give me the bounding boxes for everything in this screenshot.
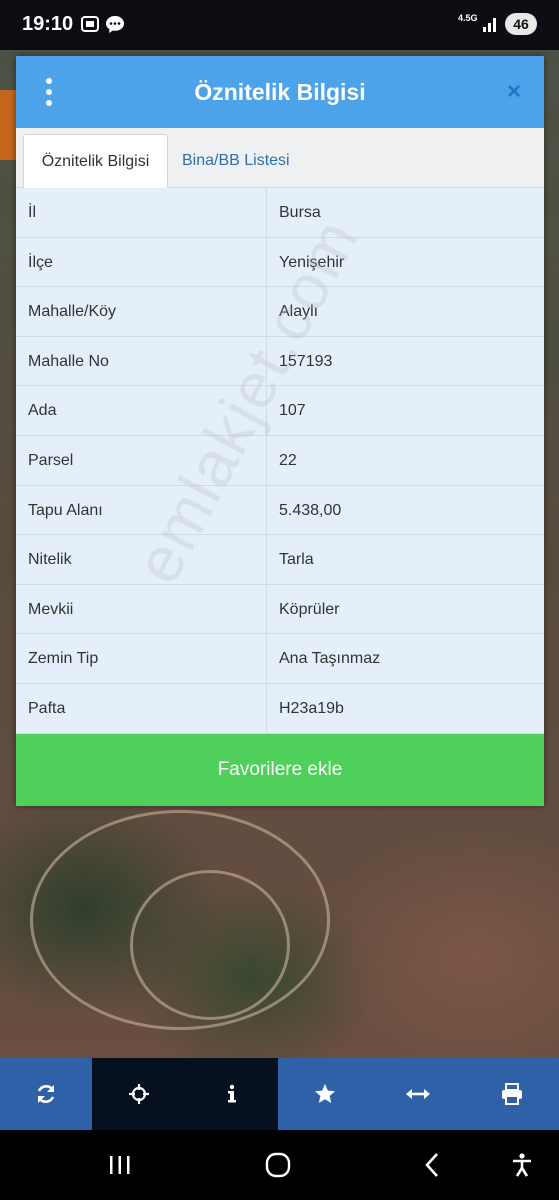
star-icon <box>314 1084 335 1103</box>
table-row: Pafta H23a19b <box>16 683 544 734</box>
table-row: İl Bursa <box>16 188 544 238</box>
status-bar: 19:10 4.5G 46 <box>0 0 559 50</box>
back-button[interactable] <box>405 1130 461 1200</box>
dialog-title: Öznitelik Bilgisi <box>194 79 366 105</box>
row-key: İlçe <box>28 253 53 271</box>
row-key: Tapu Alanı <box>28 501 103 519</box>
tab-attribute-info[interactable]: Öznitelik Bilgisi <box>23 134 168 188</box>
home-icon <box>265 1152 291 1178</box>
favorites-button[interactable] <box>278 1058 371 1130</box>
menu-dots-icon[interactable] <box>44 78 54 106</box>
status-time: 19:10 <box>22 13 74 35</box>
row-key: Ada <box>28 402 57 420</box>
system-nav-bar <box>0 1130 559 1200</box>
print-button[interactable] <box>464 1058 559 1130</box>
row-key: Nitelik <box>28 551 72 569</box>
row-key: Mahalle No <box>28 352 109 370</box>
attribute-dialog: Öznitelik Bilgisi × Öznitelik Bilgisi Bi… <box>16 56 544 806</box>
row-key: Parsel <box>28 451 74 469</box>
table-row: Mevkii Köprüler <box>16 584 544 635</box>
row-key: İl <box>28 204 36 221</box>
battery-indicator: 46 <box>505 13 537 35</box>
tab-building-list[interactable]: Bina/BB Listesi <box>182 134 290 188</box>
locate-button[interactable] <box>92 1058 185 1130</box>
info-button[interactable] <box>185 1058 278 1130</box>
accessibility-icon <box>513 1153 531 1177</box>
measure-button[interactable] <box>371 1058 464 1130</box>
recent-apps-button[interactable] <box>90 1130 150 1200</box>
back-icon <box>425 1153 438 1177</box>
table-row: Zemin Tip Ana Taşınmaz <box>16 634 544 684</box>
table-row: Tapu Alanı 5.438,00 <box>16 485 544 536</box>
message-icon <box>106 16 124 33</box>
row-key: Mevkii <box>28 600 74 618</box>
row-value: H23a19b <box>279 699 344 717</box>
row-key: Zemin Tip <box>28 650 99 668</box>
refresh-button[interactable] <box>0 1058 92 1130</box>
row-value: Köprüler <box>279 600 340 618</box>
network-type: 4.5G <box>458 13 478 23</box>
table-row: Nitelik Tarla <box>16 535 544 585</box>
signal-icon <box>483 18 496 32</box>
row-key: Pafta <box>28 699 66 717</box>
row-value: 22 <box>279 451 297 469</box>
home-button[interactable] <box>248 1130 308 1200</box>
tab-bar: Öznitelik Bilgisi Bina/BB Listesi <box>16 128 544 188</box>
info-icon <box>227 1084 236 1103</box>
recent-apps-icon <box>110 1156 130 1174</box>
add-to-favorites-button[interactable]: Favorilere ekle <box>16 734 544 806</box>
dialog-header: Öznitelik Bilgisi × <box>16 56 544 128</box>
row-value: 5.438,00 <box>279 501 342 519</box>
map-toolbar <box>0 1058 559 1130</box>
print-icon <box>501 1083 522 1105</box>
close-button[interactable]: × <box>500 78 528 106</box>
table-row: Parsel 22 <box>16 435 544 486</box>
map-road <box>130 870 290 1020</box>
refresh-icon <box>37 1085 55 1103</box>
accessibility-button[interactable] <box>495 1130 549 1200</box>
row-value: Tarla <box>279 551 314 569</box>
measure-icon <box>405 1089 430 1099</box>
row-value: Ana Taşınmaz <box>279 650 381 668</box>
row-key: Mahalle/Köy <box>28 303 117 321</box>
crosshair-icon <box>128 1084 149 1104</box>
screenshot-icon <box>81 16 99 32</box>
